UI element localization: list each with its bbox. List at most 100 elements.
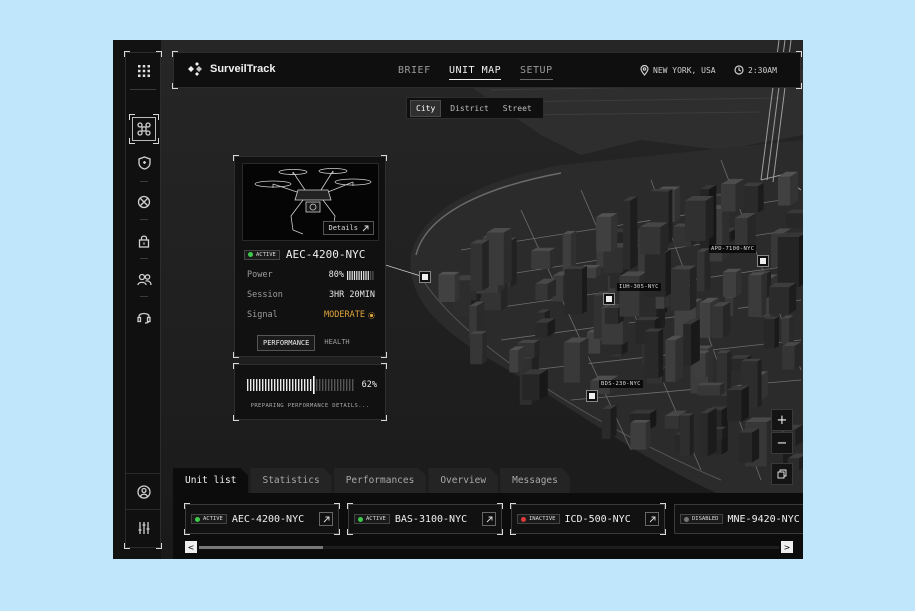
progress-segment	[304, 379, 306, 391]
unit-list-panel: ACTIVE AEC-4200-NYC ACTIVE BAS-3100-NYC …	[173, 493, 803, 559]
building	[658, 328, 664, 379]
sidebar-divider	[140, 258, 148, 259]
building	[782, 346, 795, 370]
progress-segment	[286, 379, 288, 391]
power-bar-segment	[358, 270, 360, 280]
map-marker[interactable]	[586, 390, 598, 402]
map-marker[interactable]	[603, 293, 615, 305]
target-icon[interactable]	[132, 190, 156, 214]
layers-button[interactable]	[771, 463, 793, 485]
building	[438, 274, 455, 303]
copy-layers-icon	[777, 469, 787, 479]
location-text: NEW YORK, USA	[653, 66, 716, 75]
unit-chip[interactable]: ACTIVE AEC-4200-NYC	[184, 503, 340, 535]
open-unit-button[interactable]	[645, 512, 659, 526]
status-dot	[358, 516, 363, 522]
power-bar-segment	[365, 270, 367, 280]
tab-unit-list[interactable]: Unit list	[173, 468, 248, 493]
grid-menu-icon[interactable]	[132, 59, 156, 83]
scroll-right-button[interactable]: >	[781, 541, 793, 553]
map-marker[interactable]	[757, 255, 769, 267]
progress-segment	[334, 379, 336, 391]
progress-segment	[328, 379, 330, 391]
scale-option-city[interactable]: City	[410, 99, 442, 117]
tab-statistics[interactable]: Statistics	[250, 468, 331, 493]
drone-icon[interactable]	[129, 114, 159, 144]
progress-segment	[331, 379, 333, 391]
building	[757, 182, 764, 213]
status-dot	[684, 516, 689, 522]
scale-option-street[interactable]: Street	[498, 101, 537, 116]
user-circle-icon[interactable]	[132, 480, 156, 504]
building	[549, 247, 556, 269]
shield-icon[interactable]	[132, 151, 156, 175]
sidebar-divider	[126, 509, 160, 510]
building	[722, 301, 731, 339]
power-bar-segment	[370, 270, 372, 280]
external-link-icon	[362, 225, 369, 231]
building	[509, 350, 519, 373]
open-unit-button[interactable]	[319, 512, 333, 526]
building	[721, 184, 736, 212]
power-bar-segment	[360, 270, 362, 280]
building	[482, 331, 487, 365]
open-unit-button[interactable]	[482, 512, 496, 526]
building	[670, 269, 690, 311]
clock-indicator: 2:30AM	[734, 65, 777, 75]
power-level-bars	[347, 270, 374, 280]
building	[522, 374, 540, 401]
tab-setup[interactable]: SETUP	[520, 65, 553, 80]
zoom-out-button[interactable]: −	[771, 432, 793, 454]
tab-brief[interactable]: BRIEF	[398, 65, 431, 76]
power-bar-segment	[347, 270, 349, 280]
status-dot	[521, 516, 526, 522]
sliders-icon[interactable]	[132, 516, 156, 540]
building	[689, 265, 697, 311]
tab-overview[interactable]: Overview	[428, 468, 498, 493]
horizontal-scrollbar[interactable]: < >	[185, 541, 793, 553]
signal-sun-icon	[368, 311, 375, 319]
progress-segment	[316, 379, 318, 391]
zoom-in-button[interactable]: +	[771, 409, 793, 431]
power-value: 80%	[328, 270, 344, 280]
building	[699, 302, 711, 338]
building	[763, 319, 775, 349]
progress-segment	[247, 379, 249, 391]
scale-option-district[interactable]: District	[445, 101, 494, 116]
progress-segment	[253, 379, 255, 391]
building	[470, 243, 483, 291]
building	[665, 340, 676, 382]
top-header: SurveilTrack BRIEF UNIT MAP SETUP NEW YO…	[172, 51, 802, 89]
details-button[interactable]: Details	[323, 221, 374, 235]
headset-icon[interactable]	[132, 305, 156, 329]
scroll-thumb[interactable]	[199, 546, 323, 549]
loading-progress-card: 62% PREPARING PERFORMANCE DETAILS...	[233, 363, 387, 421]
tab-messages[interactable]: Messages	[500, 468, 570, 493]
scroll-left-button[interactable]: <	[185, 541, 197, 553]
progress-segment	[280, 379, 282, 391]
lock-icon[interactable]	[132, 229, 156, 253]
location-pin-icon	[640, 65, 649, 76]
brand-logo[interactable]: SurveilTrack	[186, 62, 275, 76]
users-icon[interactable]	[132, 267, 156, 291]
session-value: 3HR 20MIN	[328, 290, 375, 300]
power-bar-segment	[372, 270, 374, 280]
building	[596, 216, 611, 252]
building	[539, 369, 548, 401]
building	[705, 350, 710, 378]
tab-performance[interactable]: PERFORMANCE	[257, 335, 316, 351]
progress-percent: 62%	[361, 380, 377, 390]
unit-chip[interactable]: INACTIVE ICD-500-NYC	[510, 503, 666, 535]
building	[535, 283, 548, 301]
building	[604, 308, 618, 324]
unit-chip[interactable]: ACTIVE BAS-3100-NYC	[347, 503, 503, 535]
tab-performances[interactable]: Performances	[334, 468, 427, 493]
tab-health[interactable]: HEALTH	[319, 335, 354, 351]
progress-segment	[343, 379, 345, 391]
tab-unit-map[interactable]: UNIT MAP	[449, 65, 502, 80]
building	[611, 213, 618, 252]
building	[644, 331, 659, 379]
map-marker-selected[interactable]	[419, 271, 431, 283]
building	[761, 371, 768, 400]
unit-chip[interactable]: DISABLED MNE-9420-NYC	[674, 504, 803, 534]
